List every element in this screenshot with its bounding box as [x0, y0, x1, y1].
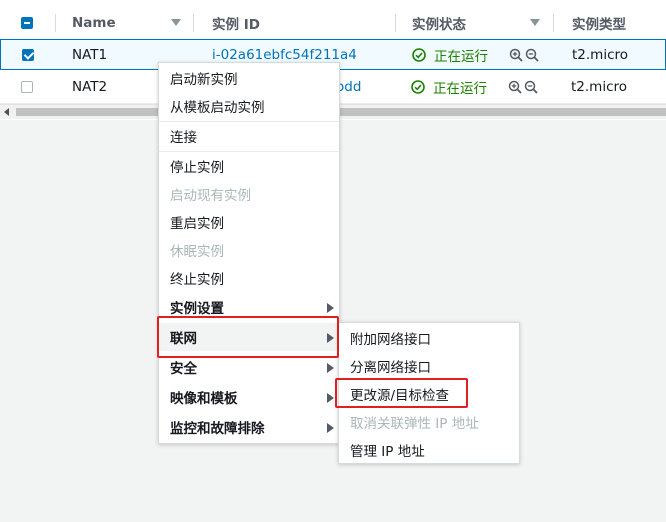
menu-item-start-instance: 启动现有实例: [170, 188, 251, 204]
menu-item-detach-network-interface[interactable]: 分离网络接口: [339, 352, 519, 380]
instance-name: NAT1: [72, 46, 108, 63]
column-header-instance-state[interactable]: 实例状态: [412, 6, 466, 39]
menu-item-launch-from-template[interactable]: 从模板启动实例: [159, 92, 339, 120]
status-text: 正在运行: [434, 48, 488, 65]
check-circle-icon: [411, 80, 425, 94]
submenu-arrow-icon: [327, 333, 334, 343]
instance-state: 正在运行: [411, 71, 487, 103]
menu-item-networking[interactable]: 联网: [159, 323, 339, 351]
menu-item-monitor-and-troubleshoot[interactable]: 监控和故障排除: [159, 413, 339, 441]
menu-item-connect[interactable]: 连接: [159, 122, 339, 150]
menu-item-instance-settings[interactable]: 实例设置: [159, 293, 339, 321]
menu-item-manage-ip-addresses[interactable]: 管理 IP 地址: [339, 436, 519, 464]
menu-item-label: 监控和故障排除: [170, 421, 265, 437]
row-checkbox[interactable]: [21, 71, 33, 103]
submenu-arrow-icon: [327, 423, 334, 433]
zoom-in-icon[interactable]: [509, 48, 523, 62]
zoom-controls[interactable]: [509, 40, 541, 69]
submenu-arrow-icon: [327, 393, 334, 403]
submenu-arrow-icon: [327, 303, 334, 313]
menu-item-label: 安全: [170, 361, 197, 377]
column-header-instance-type[interactable]: 实例类型: [572, 6, 626, 39]
row-checkbox[interactable]: [22, 40, 34, 69]
submenu-arrow-icon: [327, 363, 334, 373]
menu-item-label: 映像和模板: [170, 391, 238, 407]
menu-item-images-and-templates[interactable]: 映像和模板: [159, 383, 339, 411]
menu-item-disassociate-elastic-ip: 取消关联弹性 IP 地址: [350, 416, 479, 432]
menu-item-change-source-dest-check[interactable]: 更改源/目标检查: [339, 380, 519, 408]
menu-item-label: 实例设置: [170, 301, 224, 317]
menu-item-launch-new-instance[interactable]: 启动新实例: [159, 64, 339, 92]
instance-name: NAT2: [72, 79, 108, 95]
zoom-controls[interactable]: [508, 71, 540, 103]
select-all-checkbox[interactable]: [21, 6, 33, 39]
instance-type: t2.micro: [571, 79, 628, 95]
scroll-left-arrow-icon[interactable]: [4, 108, 9, 116]
zoom-out-icon[interactable]: [524, 80, 538, 94]
status-text: 正在运行: [433, 81, 487, 97]
menu-item-terminate-instance[interactable]: 终止实例: [159, 264, 339, 292]
menu-item-security[interactable]: 安全: [159, 353, 339, 381]
table-header-row: Name 实例 ID 实例状态 实例类型: [0, 6, 666, 40]
zoom-in-icon[interactable]: [508, 80, 522, 94]
menu-item-attach-network-interface[interactable]: 附加网络接口: [339, 324, 519, 352]
menu-item-reboot-instance[interactable]: 重启实例: [159, 208, 339, 236]
sort-icon[interactable]: [171, 6, 181, 39]
instance-type: t2.micro: [572, 46, 629, 63]
menu-item-stop-instance[interactable]: 停止实例: [159, 152, 339, 180]
menu-item-label: 联网: [170, 331, 197, 347]
zoom-out-icon[interactable]: [525, 48, 539, 62]
sort-icon[interactable]: [530, 6, 540, 39]
check-circle-icon: [412, 47, 426, 62]
scroll-thumb[interactable]: [16, 108, 666, 116]
instance-state: 正在运行: [412, 40, 488, 69]
column-header-instance-id[interactable]: 实例 ID: [212, 6, 260, 39]
networking-submenu: 附加网络接口 分离网络接口 更改源/目标检查 取消关联弹性 IP 地址 管理 I…: [338, 322, 520, 464]
instance-actions-context-menu: 启动新实例 从模板启动实例 连接 停止实例 启动现有实例 重启实例 休眠实例 终…: [158, 62, 340, 444]
menu-item-hibernate-instance: 休眠实例: [170, 244, 224, 260]
column-header-name[interactable]: Name: [72, 6, 116, 39]
